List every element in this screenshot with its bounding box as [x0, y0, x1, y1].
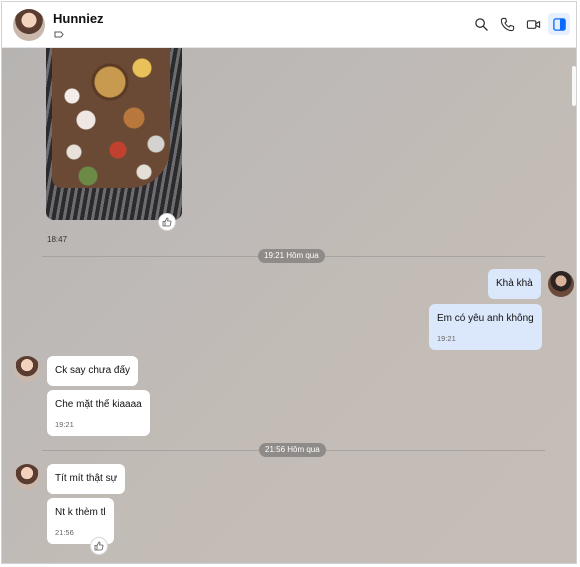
contact-name[interactable]: Hunniez: [53, 11, 104, 26]
message-text: Ck say chưa đấy: [55, 365, 131, 376]
search-icon: [474, 17, 488, 31]
incoming-message[interactable]: Nt k thèm tl 21:56: [47, 498, 114, 544]
contact-avatar[interactable]: [13, 9, 45, 41]
incoming-message[interactable]: Ck say chưa đấy: [47, 356, 139, 386]
thumbs-up-icon: [94, 541, 104, 551]
react-button[interactable]: [90, 537, 108, 555]
incoming-message[interactable]: Tít mít thật sự: [47, 464, 126, 494]
message-time: 19:21: [55, 420, 74, 429]
sidebar-panel-icon: [552, 17, 566, 31]
scrollbar-thumb[interactable]: [572, 66, 576, 106]
chat-header: Hunniez: [2, 2, 576, 48]
voice-call-button[interactable]: [496, 13, 518, 35]
my-avatar[interactable]: [548, 271, 574, 297]
thumbs-up-icon: [162, 217, 172, 227]
message-text: Tít mít thật sự: [55, 473, 118, 484]
contact-avatar[interactable]: [14, 464, 40, 490]
outgoing-message[interactable]: Em có yêu anh không 19:21: [429, 304, 542, 350]
react-button[interactable]: [158, 213, 176, 231]
incoming-message[interactable]: Che mặt thế kiaaaa 19:21: [47, 390, 150, 436]
video-camera-icon: [526, 19, 540, 29]
photo-content: [52, 48, 170, 188]
message-text: Em có yêu anh không: [437, 313, 534, 324]
message-time: 19:21: [437, 334, 456, 343]
photo-message[interactable]: [46, 48, 182, 220]
video-call-button[interactable]: [522, 13, 544, 35]
chat-window: Hunniez 18:47 19:21 Hôm qua Khà khà Em c…: [1, 1, 577, 564]
outgoing-message[interactable]: Khà khà: [488, 269, 541, 299]
message-text: Che mặt thế kiaaaa: [55, 399, 142, 410]
date-divider: 21:56 Hôm qua: [259, 443, 326, 457]
date-divider: 19:21 Hôm qua: [258, 249, 325, 263]
contact-avatar[interactable]: [14, 356, 40, 382]
message-list[interactable]: 18:47 19:21 Hôm qua Khà khà Em có yêu an…: [2, 48, 576, 563]
search-button[interactable]: [470, 13, 492, 35]
message-time: 18:47: [47, 235, 68, 244]
message-time: 21:56: [55, 528, 74, 537]
phone-icon: [500, 17, 514, 31]
message-text: Nt k thèm tl: [55, 507, 106, 518]
toggle-info-panel-button[interactable]: [548, 13, 570, 35]
tag-icon[interactable]: [54, 31, 64, 38]
message-text: Khà khà: [496, 278, 533, 289]
